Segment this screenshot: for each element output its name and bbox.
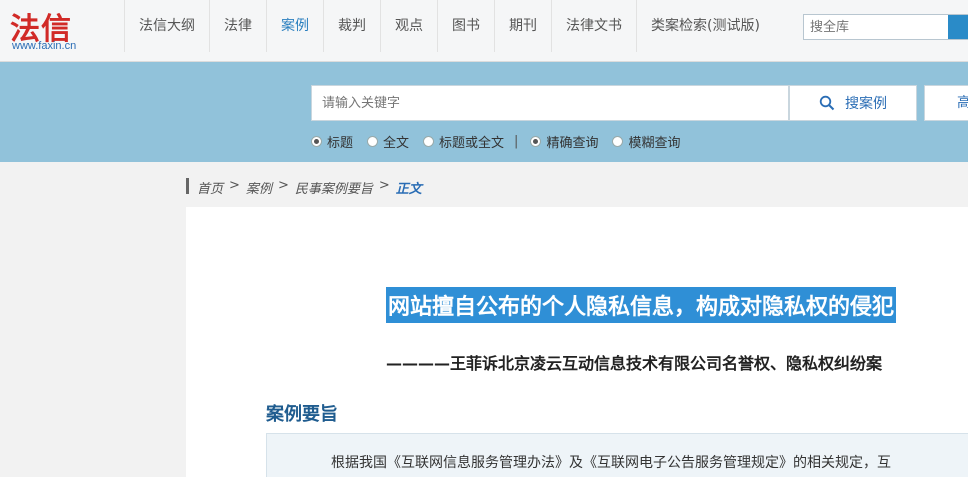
article-panel: 网站擅自公布的个人隐私信息，构成对隐私权的侵犯 ————王菲诉北京凌云互动信息技…: [186, 207, 968, 477]
keyword-input[interactable]: [312, 86, 788, 120]
nav-item-similar-cases[interactable]: 类案检索(测试版): [636, 0, 774, 52]
breadcrumb: 首页 > 案例 > 民事案例要旨 > 正文: [186, 178, 422, 197]
nav-item-opinions[interactable]: 观点: [380, 0, 437, 52]
option-fulltext[interactable]: 全文: [367, 132, 409, 151]
search-cases-button[interactable]: 搜案例: [789, 85, 917, 121]
nav-item-journals[interactable]: 期刊: [494, 0, 551, 52]
breadcrumb-sep: >: [229, 178, 240, 193]
article-subtitle: ————王菲诉北京凌云互动信息技术有限公司名誉权、隐私权纠纷案: [386, 354, 883, 373]
article-title: 网站擅自公布的个人隐私信息，构成对隐私权的侵犯: [386, 287, 897, 323]
radio-fuzzy[interactable]: [612, 136, 624, 147]
breadcrumb-current: 正文: [395, 182, 422, 197]
breadcrumb-sep: >: [277, 178, 289, 193]
search-cases-label: 搜案例: [845, 96, 887, 112]
options-divider: |: [514, 134, 519, 149]
breadcrumb-sep: >: [378, 178, 390, 193]
nav-item-law[interactable]: 法律: [209, 0, 266, 52]
logo-url: www.faxin.cn: [12, 40, 77, 52]
keyword-field: [311, 85, 789, 121]
option-fuzzy-label: 模糊查询: [628, 136, 681, 151]
breadcrumb-home[interactable]: 首页: [197, 178, 223, 197]
search-icon: [819, 95, 835, 111]
option-exact-label: 精确查询: [546, 136, 599, 151]
section-heading: 案例要旨: [266, 404, 338, 425]
global-search-input[interactable]: [804, 15, 944, 39]
option-exact[interactable]: 精确查询: [530, 132, 598, 151]
breadcrumb-cases[interactable]: 案例: [246, 178, 272, 197]
radio-title-or-fulltext[interactable]: [423, 136, 435, 147]
nav-item-cases[interactable]: 案例: [266, 0, 323, 52]
radio-exact[interactable]: [530, 136, 542, 147]
nav-item-legal-docs[interactable]: 法律文书: [551, 0, 636, 52]
radio-title[interactable]: [311, 136, 322, 147]
case-summary-box: 根据我国《互联网信息服务管理办法》及《互联网电子公告服务管理规定》的相关规定，互: [266, 433, 968, 477]
option-title-or-fulltext[interactable]: 标题或全文: [423, 132, 504, 151]
search-band: 搜案例 高 标题 全文 标题或全文 | 精确查询 模糊查询: [0, 62, 968, 162]
faxin-logo[interactable]: 法信 www.faxin.cn: [10, 4, 120, 58]
case-summary-text: 根据我国《互联网信息服务管理办法》及《互联网电子公告服务管理规定》的相关规定，互: [331, 455, 891, 471]
global-search: [803, 14, 968, 40]
option-title[interactable]: 标题: [311, 132, 353, 151]
option-fulltext-label: 全文: [383, 136, 410, 151]
radio-fulltext[interactable]: [367, 136, 379, 147]
breadcrumb-category[interactable]: 民事案例要旨: [295, 178, 373, 197]
search-options: 标题 全文 标题或全文 | 精确查询 模糊查询: [311, 132, 694, 151]
top-navbar: 法信 www.faxin.cn 法信大纲 法律 案例 裁判 观点 图书 期刊 法…: [0, 0, 968, 62]
option-title-label: 标题: [327, 136, 354, 151]
global-search-button[interactable]: [948, 15, 968, 39]
nav-item-books[interactable]: 图书: [437, 0, 494, 52]
advanced-search-button[interactable]: 高: [924, 85, 968, 121]
nav-item-outline[interactable]: 法信大纲: [124, 0, 209, 52]
main-nav: 法信大纲 法律 案例 裁判 观点 图书 期刊 法律文书 类案检索(测试版): [124, 0, 774, 52]
option-fuzzy[interactable]: 模糊查询: [612, 132, 680, 151]
option-title-or-fulltext-label: 标题或全文: [439, 136, 505, 151]
nav-item-judgments[interactable]: 裁判: [323, 0, 380, 52]
